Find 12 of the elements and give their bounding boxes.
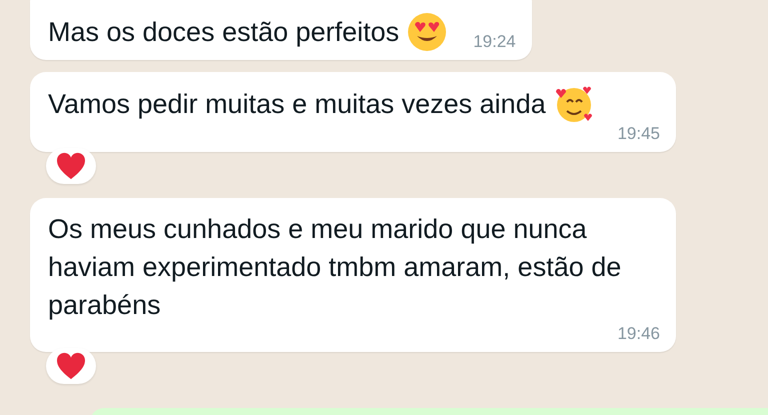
reaction-badge[interactable] [46,148,96,184]
message-text: Os meus cunhados e meu marido que nunca haviam experimentado tmbm amaram, estão de parabéns [48,213,622,322]
heart-icon [56,152,86,180]
heart-icon [56,352,86,380]
smiling-face-with-hearts-icon [554,84,594,124]
message-time: 19:46 [617,324,660,344]
message-text: Vamos pedir muitas e muitas vezes ainda [48,88,546,121]
reaction-badge[interactable] [46,348,96,384]
message-text: Mas os doces estão perfeitos [48,16,400,49]
message-time: 19:24 [473,32,516,52]
message-time: 19:45 [617,124,660,144]
heart-eyes-emoji-icon [407,12,448,52]
